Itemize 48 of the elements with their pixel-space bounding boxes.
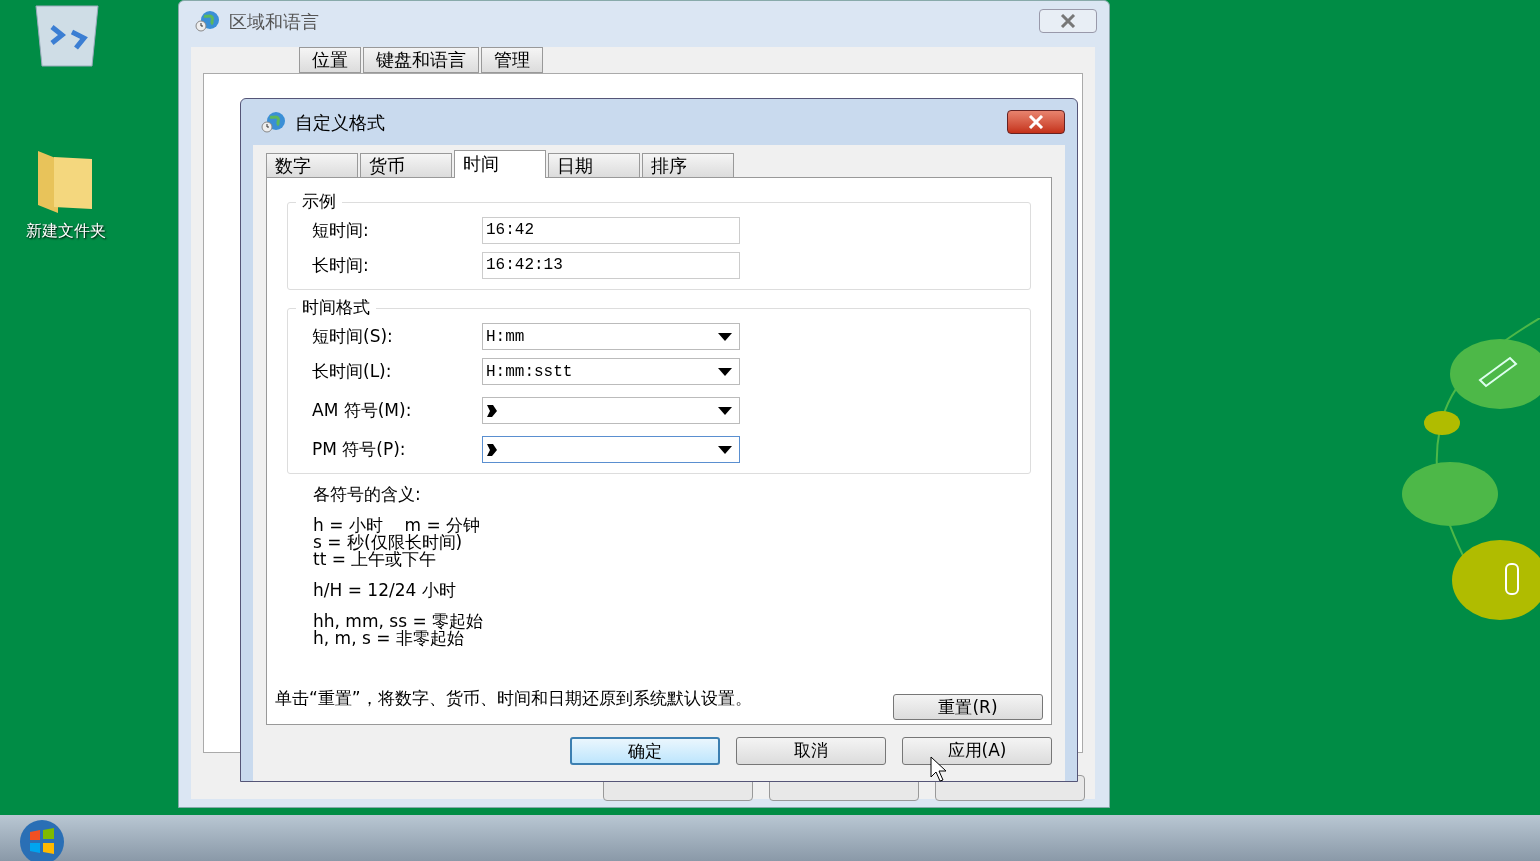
globe-clock-icon bbox=[195, 9, 221, 33]
field-label: 长时间: bbox=[312, 253, 370, 277]
dialog-button[interactable]: 取消 bbox=[736, 737, 886, 765]
tab[interactable]: 管理 bbox=[481, 47, 543, 73]
tab[interactable]: 日期 bbox=[548, 153, 640, 177]
field-label: AM 符号(M): bbox=[312, 398, 413, 422]
dropdown-arrow-icon bbox=[718, 406, 732, 415]
legend-line: s = 秒(仅限长时间) bbox=[313, 534, 463, 551]
globe-clock-icon bbox=[261, 110, 287, 134]
dropdown[interactable] bbox=[482, 436, 740, 463]
dropdown[interactable]: H:mm bbox=[482, 323, 740, 350]
tab[interactable]: 排序 bbox=[642, 153, 734, 177]
dialog-button[interactable]: 确定 bbox=[570, 737, 720, 765]
tab[interactable]: 键盘和语言 bbox=[363, 47, 479, 73]
desktop-icon-label[interactable]: 新建文件夹 bbox=[26, 219, 106, 243]
legend-line: h, m, s = 非零起始 bbox=[313, 630, 464, 647]
dialog-title: 自定义格式 bbox=[295, 110, 385, 135]
glyph-icon bbox=[486, 403, 498, 418]
glyph-icon bbox=[486, 442, 498, 457]
dropdown-arrow-icon bbox=[718, 332, 732, 341]
legend-line: h/H = 12/24 小时 bbox=[313, 582, 457, 599]
tab[interactable]: 数字 bbox=[266, 153, 358, 177]
field-label: 短时间(S): bbox=[312, 324, 394, 348]
recycle-bin-icon[interactable] bbox=[32, 2, 102, 68]
dialog-button[interactable]: 应用(A) bbox=[902, 737, 1052, 765]
reset-button[interactable]: 重置(R) bbox=[893, 694, 1043, 720]
group-title: 时间格式 bbox=[296, 296, 376, 318]
close-button[interactable] bbox=[1007, 110, 1065, 134]
legend-line: hh, mm, ss = 零起始 bbox=[313, 613, 485, 630]
field-label: PM 符号(P): bbox=[312, 437, 407, 461]
legend-title: 各符号的含义: bbox=[313, 486, 422, 503]
tab[interactable]: 货币 bbox=[360, 153, 452, 177]
field-label: 长时间(L): bbox=[312, 359, 393, 383]
window-title: 区域和语言 bbox=[229, 9, 319, 34]
text-field[interactable]: 16:42:13 bbox=[482, 252, 740, 279]
close-icon bbox=[1060, 14, 1076, 28]
legend-line: tt = 上午或下午 bbox=[313, 551, 437, 568]
legend-line: h = 小时 m = 分钟 bbox=[313, 517, 482, 534]
field-label: 短时间: bbox=[312, 218, 370, 242]
reset-description: 单击“重置”，将数字、货币、时间和日期还原到系统默认设置。 bbox=[275, 690, 753, 707]
tab[interactable]: 位置 bbox=[299, 47, 361, 73]
dropdown[interactable]: H:mm:sstt bbox=[482, 358, 740, 385]
dropdown-arrow-icon bbox=[718, 367, 732, 376]
dropdown-arrow-icon bbox=[718, 445, 732, 454]
text-field[interactable]: 16:42 bbox=[482, 217, 740, 244]
group-title: 示例 bbox=[296, 190, 342, 212]
tab[interactable]: 时间 bbox=[454, 150, 546, 178]
close-icon bbox=[1028, 115, 1044, 129]
